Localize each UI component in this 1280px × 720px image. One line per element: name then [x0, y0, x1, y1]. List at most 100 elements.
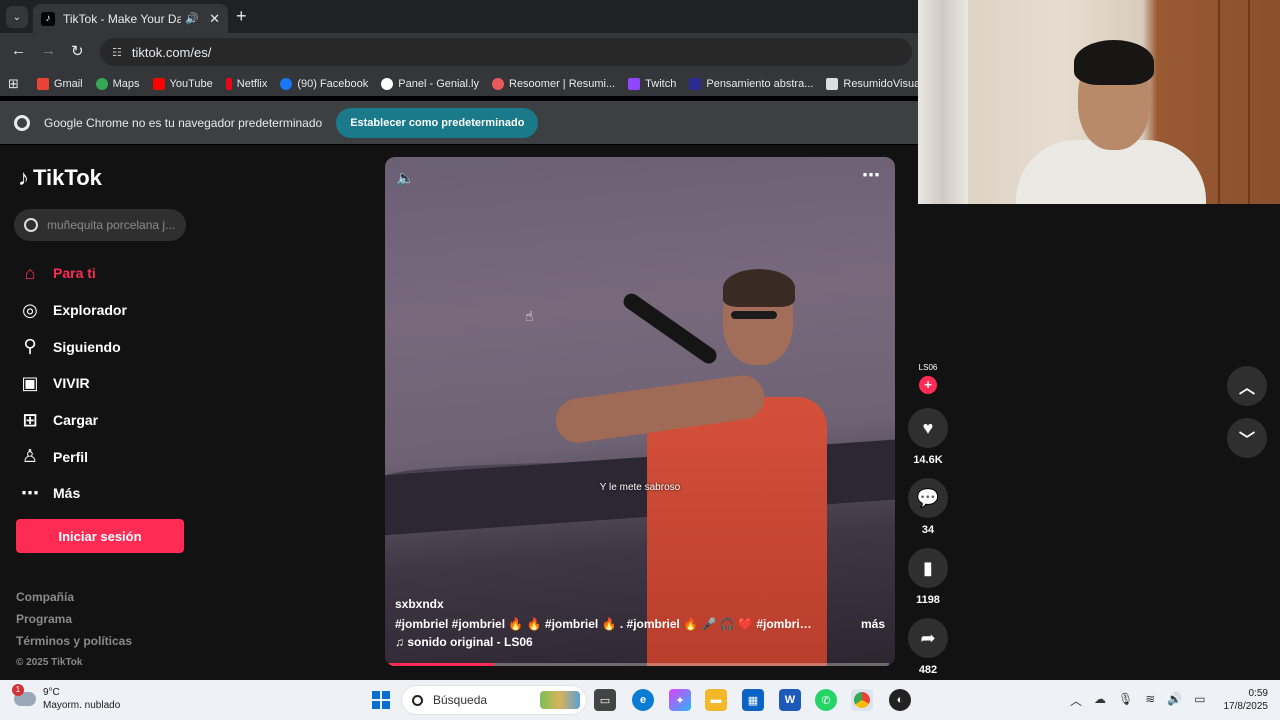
hand-cursor-icon: ☝ [525, 308, 534, 324]
tray-chevron-up-icon[interactable]: ︿ [1070, 692, 1082, 709]
store-icon[interactable]: ▦ [742, 689, 764, 711]
onedrive-cloud-icon[interactable]: ☁ [1094, 692, 1106, 709]
video-progress-fill [389, 663, 494, 666]
live-tv-icon: ▣ [21, 372, 39, 393]
chrome-taskbar-icon[interactable] [851, 689, 873, 711]
more-button[interactable]: más [861, 617, 885, 631]
footer-link-compania[interactable]: Compañía [16, 586, 132, 608]
weather-temp: 9°C [43, 687, 60, 698]
tiktok-favicon-icon: ♪ [41, 11, 55, 26]
search-input[interactable]: muñequita porcelana j... [14, 209, 186, 241]
video-sound[interactable]: ♫ sonido original - LS06 [395, 635, 885, 649]
nav-item-explorador[interactable]: ◎ Explorador [18, 292, 127, 329]
next-video-button[interactable]: ﹀ [1227, 418, 1267, 458]
speaker-icon[interactable]: 🔊 [1167, 692, 1182, 709]
whatsapp-icon[interactable]: ✆ [815, 689, 837, 711]
cloud-icon: 1 [12, 684, 36, 706]
weather-badge: 1 [12, 684, 24, 696]
compass-icon: ◎ [22, 299, 38, 320]
bookmark-maps[interactable]: Maps [95, 77, 140, 90]
sidebar-nav: ⌂ Para ti ◎ Explorador ⚲ Siguiendo ▣ VIVIR ⊞… [18, 255, 127, 512]
new-tab-plus-icon[interactable]: + [236, 6, 247, 27]
genially-icon [381, 77, 394, 90]
windows-start-icon[interactable] [372, 691, 390, 709]
nav-item-perfil[interactable]: ♙ Perfil [18, 438, 127, 475]
like-action[interactable]: ♥ 14.6K [906, 408, 950, 466]
tab-close-icon[interactable]: ✕ [209, 11, 220, 27]
chrome-tab-strip: ⌄ ♪ TikTok - Make Your Day 🔊 ✕ + [0, 0, 918, 33]
bookmark-facebook[interactable]: (90) Facebook [280, 77, 368, 90]
webcam-cabinet-line [1248, 0, 1250, 204]
microphone-icon[interactable]: 🎙 [1118, 692, 1133, 709]
wifi-icon[interactable]: ≋ [1145, 692, 1155, 709]
video-microphone [620, 290, 720, 367]
bookmark-twitch[interactable]: Twitch [628, 77, 676, 90]
login-button[interactable]: Iniciar sesión [16, 519, 184, 553]
image-icon [826, 77, 839, 90]
site-info-icon[interactable]: ☷ [112, 46, 122, 59]
back-arrow-icon[interactable]: ← [11, 42, 26, 59]
netflix-icon [225, 77, 232, 90]
windows-taskbar: 1 9°C Mayorm. nublado Búsqueda ▭ e ✦ ▬ ▦… [0, 680, 1280, 720]
video-author[interactable]: sxbxndx [395, 597, 885, 611]
comment-count: 34 [921, 524, 935, 536]
share-count: 482 [918, 664, 938, 676]
video-info: sxbxndx #jombriel #jombriel 🔥 🔥 #jombrie… [395, 597, 885, 649]
save-action[interactable]: ▮ 1198 [906, 548, 950, 606]
bookmark-netflix[interactable]: Netflix [225, 77, 267, 90]
system-tray: ︿ ☁ 🎙 ≋ 🔊 ▭ [1070, 692, 1206, 709]
task-view-icon[interactable]: ▭ [594, 689, 616, 711]
nav-item-mas[interactable]: ⋯ Más [18, 475, 127, 512]
app-badge-icon[interactable]: ◐ [889, 689, 911, 711]
bookmark-resumido[interactable]: ResumidoVisualBasi... [826, 77, 918, 90]
save-count: 1198 [916, 594, 940, 606]
set-default-button[interactable]: Establecer como predeterminado [336, 107, 539, 138]
bookmark-resoomer[interactable]: Resoomer | Resumi... [492, 77, 615, 90]
bookmark-youtube[interactable]: YouTube [152, 77, 213, 90]
search-placeholder: muñequita porcelana j... [47, 218, 176, 232]
webcam-cabinet-line [1218, 0, 1220, 204]
volume-icon[interactable]: 🔈 [396, 169, 415, 187]
screen: ⌄ ♪ TikTok - Make Your Day 🔊 ✕ + ← → ↻ ☷… [0, 0, 1280, 720]
tab-audio-icon[interactable]: 🔊 [185, 12, 199, 25]
following-user-icon: ⚲ [23, 336, 37, 357]
comment-action[interactable]: 💬 34 [906, 478, 950, 536]
video-hashtags[interactable]: #jombriel #jombriel 🔥 🔥 #jombriel 🔥 . #j… [395, 617, 815, 631]
battery-icon[interactable]: ▭ [1194, 692, 1205, 709]
nav-item-cargar[interactable]: ⊞ Cargar [18, 402, 127, 439]
edge-icon[interactable]: e [632, 689, 654, 711]
tab-title: TikTok - Make Your Day [63, 11, 182, 26]
video-more-options-icon[interactable]: ⋯ [862, 165, 881, 186]
tab-tiktok[interactable]: ♪ TikTok - Make Your Day 🔊 ✕ [33, 4, 228, 33]
video-progress-bar[interactable] [389, 663, 889, 666]
bookmark-genially[interactable]: Panel - Genial.ly [381, 77, 479, 90]
gmail-icon [36, 77, 49, 90]
nav-item-siguiendo[interactable]: ⚲ Siguiendo [18, 328, 127, 365]
share-action[interactable]: ➦ 482 [906, 618, 950, 676]
footer-link-terminos[interactable]: Términos y políticas [16, 630, 132, 652]
video-player[interactable]: 🔈 ⋯ ☝ Y le mete sabroso sxbxndx #jombrie… [385, 157, 895, 666]
weather-widget[interactable]: 1 9°C Mayorm. nublado [12, 684, 120, 712]
taskbar-search[interactable]: Búsqueda [401, 685, 587, 715]
clock-date: 17/8/2025 [1223, 701, 1269, 712]
nav-item-vivir[interactable]: ▣ VIVIR [18, 365, 127, 402]
reload-icon[interactable]: ↻ [71, 42, 84, 60]
footer-link-programa[interactable]: Programa [16, 608, 132, 630]
nav-item-para-ti[interactable]: ⌂ Para ti [18, 255, 127, 292]
bookmark-pensamiento[interactable]: Pensamiento abstra... [689, 77, 813, 90]
profile-icon: ♙ [21, 446, 39, 467]
copilot-icon[interactable]: ✦ [669, 689, 691, 711]
creator-avatar[interactable]: LS06 [906, 363, 950, 372]
file-explorer-icon[interactable]: ▬ [705, 689, 727, 711]
previous-video-button[interactable]: ︿ [1227, 366, 1267, 406]
taskbar-clock[interactable]: 0:59 17/8/2025 [1224, 687, 1269, 713]
address-bar[interactable]: ☷ tiktok.com/es/ [100, 38, 912, 66]
tiktok-logo[interactable]: ♪ TikTok [18, 165, 102, 191]
tab-search-chevron-icon[interactable]: ⌄ [6, 6, 28, 28]
bookmark-gmail[interactable]: Gmail [36, 77, 83, 90]
forward-arrow-icon[interactable]: → [41, 42, 56, 59]
apps-grid-icon[interactable]: ⊞ [8, 76, 19, 92]
word-icon[interactable]: W [779, 689, 801, 711]
follow-plus-icon[interactable]: + [919, 376, 937, 394]
twitch-icon [628, 77, 641, 90]
